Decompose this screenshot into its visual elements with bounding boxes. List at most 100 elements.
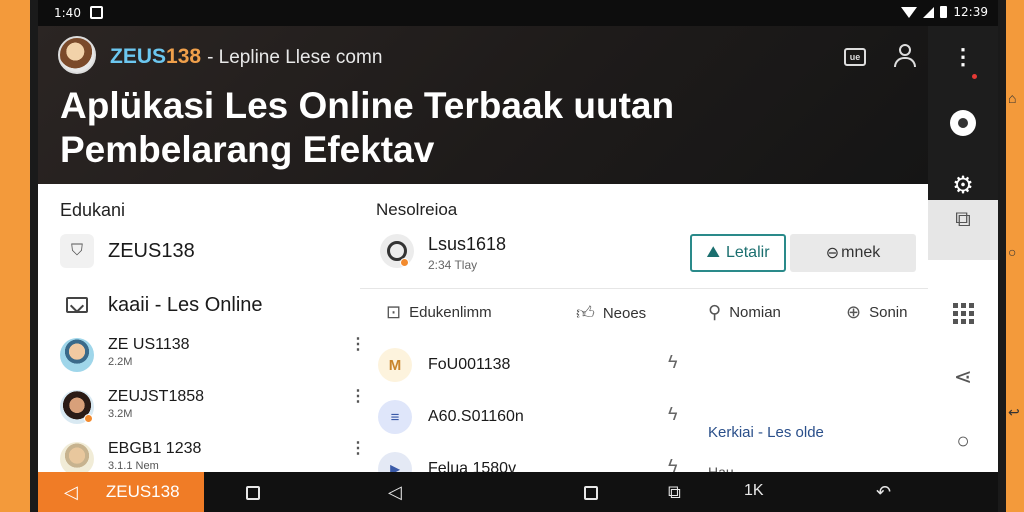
stack-icon: ≡ [378, 400, 412, 434]
tab-sonin[interactable]: ⊕ Sonin [846, 302, 907, 323]
bottom-nav-active-label: ZEUS138 [105, 482, 180, 501]
omnek-button[interactable]: ⊖ mnek [790, 234, 916, 272]
main-user-sub: 2:34 Tlay [428, 258, 478, 272]
avatar [60, 338, 94, 372]
circle-button[interactable]: ○ [948, 426, 978, 456]
letalir-button[interactable]: ⛰ Letalir [690, 234, 786, 272]
list-item-label: FoU001138 [428, 356, 511, 373]
omnek-button-label: mnek [841, 244, 881, 261]
divider [360, 288, 928, 289]
bolt-icon[interactable]: ϟ [668, 352, 678, 373]
apps-grid-button[interactable] [948, 298, 978, 328]
m-logo-icon: M [378, 348, 412, 382]
list-item[interactable]: M FoU001138 ϟ [378, 346, 918, 386]
status-bar: 1:40 12:39 [38, 0, 998, 26]
notification-dot [972, 74, 977, 79]
profile-badge-button[interactable] [948, 108, 978, 138]
headline-line1: Aplükasi Les Online Terbaak uutan [60, 85, 675, 126]
home-hardware-icon[interactable]: ⌂ [1008, 90, 1016, 106]
app-header: ZEUS 138 - Lepline Llese comn ue Aplükas… [38, 26, 928, 184]
signal-icon [923, 6, 935, 18]
wifi-icon [901, 6, 918, 18]
list-item[interactable]: ≡ A60.S01160n ϟ [378, 398, 918, 438]
shield-icon: ⛉ [60, 234, 94, 268]
user-sub: 3.1.1 Nem [108, 460, 159, 472]
tab-label: Edukenlimm [409, 304, 492, 321]
left-row-course[interactable]: kaaii - Les Online [60, 288, 263, 322]
main-user-name: Lsus1618 [428, 234, 507, 254]
left-panel: Edukani ⛉ ZEUS138 kaaii - Les Online ZE … [38, 184, 366, 476]
more-vert-icon: ⋮ [952, 44, 974, 69]
user-name: ZEUJST1858 [108, 388, 205, 405]
list-item[interactable]: ZE US1138 2.2M ⋮ [60, 334, 366, 380]
status-dot [400, 258, 409, 267]
recents-icon[interactable] [246, 486, 260, 500]
share-button[interactable]: ⋖ [948, 362, 978, 392]
course-link[interactable]: Kerkiai - Les olde [708, 424, 824, 441]
counter-label[interactable]: 1K [744, 482, 764, 500]
user-sub: 2.2M [108, 356, 133, 368]
back-arrow-icon: ◁ [64, 481, 78, 502]
clock-icon: ⊖ [825, 245, 840, 262]
edit-box-icon: ⧉ [955, 206, 971, 231]
brand-name-part1: ZEUS [110, 45, 167, 68]
square-icon[interactable] [584, 486, 598, 500]
profile-badge-icon [950, 110, 976, 136]
list-item-label: A60.S01160n [428, 408, 524, 425]
send-icon[interactable]: ◁ [388, 482, 402, 503]
rail-selected-item[interactable]: ⧉ [928, 200, 998, 260]
battery-icon [940, 6, 948, 18]
status-time: 1:40 [54, 6, 81, 20]
tab-label: Neoes [602, 304, 647, 322]
mail-icon [60, 288, 94, 322]
page-headline: Aplükasi Les Online Terbaak uutan Pembel… [60, 84, 760, 172]
grid-icon [952, 302, 974, 324]
tab-nomian[interactable]: ⚲ Nomian [708, 302, 781, 323]
left-row-course-label: kaaii - Les Online [108, 293, 263, 316]
back-hardware-icon[interactable]: ↩ [1008, 404, 1020, 421]
left-panel-title: Edukani [60, 200, 126, 220]
undo-icon[interactable]: ↶ [876, 482, 891, 503]
right-rail-top: ⋮ ⚙ [928, 26, 998, 200]
right-rail-bottom: ⧉ ⋖ ○ [928, 200, 998, 472]
headline-line2: Pembelarang Efektav [60, 129, 435, 170]
more-menu-button[interactable]: ⋮ [948, 42, 978, 72]
settings-button[interactable]: ⚙ [948, 170, 978, 200]
thumbs-up-icon: 👍︎ [576, 303, 595, 323]
notification-icon [90, 6, 103, 19]
brand-name-part2: 138 [166, 45, 202, 68]
circle-hardware-icon[interactable]: ○ [1008, 244, 1016, 260]
bottom-nav: ◁ ZEUS138 ◁ ⧉ 1K ↶ [38, 472, 998, 512]
tab-label: Sonin [869, 304, 908, 321]
bottom-nav-active-item[interactable]: ◁ ZEUS138 [38, 472, 204, 512]
user-name: ZE US1138 [108, 336, 190, 353]
cloud-upload-icon: ⛰ [706, 244, 720, 261]
user-icon[interactable] [894, 44, 916, 68]
tab-edukenlimm[interactable]: ⊡ Edukenlimm [386, 302, 492, 323]
status-clock: 12:39 [953, 5, 988, 19]
search-icon: ⚲ [708, 302, 722, 322]
document-icon: ⊡ [386, 302, 402, 322]
left-row-brand[interactable]: ⛉ ZEUS138 [60, 234, 195, 268]
left-row-brand-label: ZEUS138 [108, 239, 195, 262]
main-panel-title: Nesolreioa [376, 200, 458, 219]
list-item[interactable]: ZEUJST1858 3.2M ⋮ [60, 386, 366, 432]
copy-icon[interactable]: ⧉ [668, 482, 681, 503]
circle-icon: ○ [956, 428, 970, 453]
avatar [60, 442, 94, 476]
app-title: ZEUS 138 - Lepline Llese comn [110, 45, 382, 69]
status-right-group: 12:39 [901, 5, 988, 19]
brand-suffix: - Lepline Llese comn [207, 47, 383, 68]
tv-icon[interactable]: ue [844, 48, 866, 66]
user-name: EBGB1 1238 [108, 440, 202, 457]
tab-label: Nomian [729, 304, 781, 321]
tab-neoes[interactable]: 👍︎ Neoes [576, 302, 646, 324]
status-dot [84, 414, 93, 423]
main-panel: Nesolreioa Lsus1618 2:34 Tlay ⛰ Letalir … [360, 184, 928, 486]
bolt-icon[interactable]: ϟ [668, 404, 678, 425]
letalir-button-label: Letalir [725, 244, 770, 261]
app-avatar[interactable] [58, 36, 96, 74]
circle-arrow-icon: ⊕ [846, 302, 862, 322]
share-icon: ⋖ [953, 364, 973, 389]
gear-icon: ⚙ [952, 171, 974, 199]
